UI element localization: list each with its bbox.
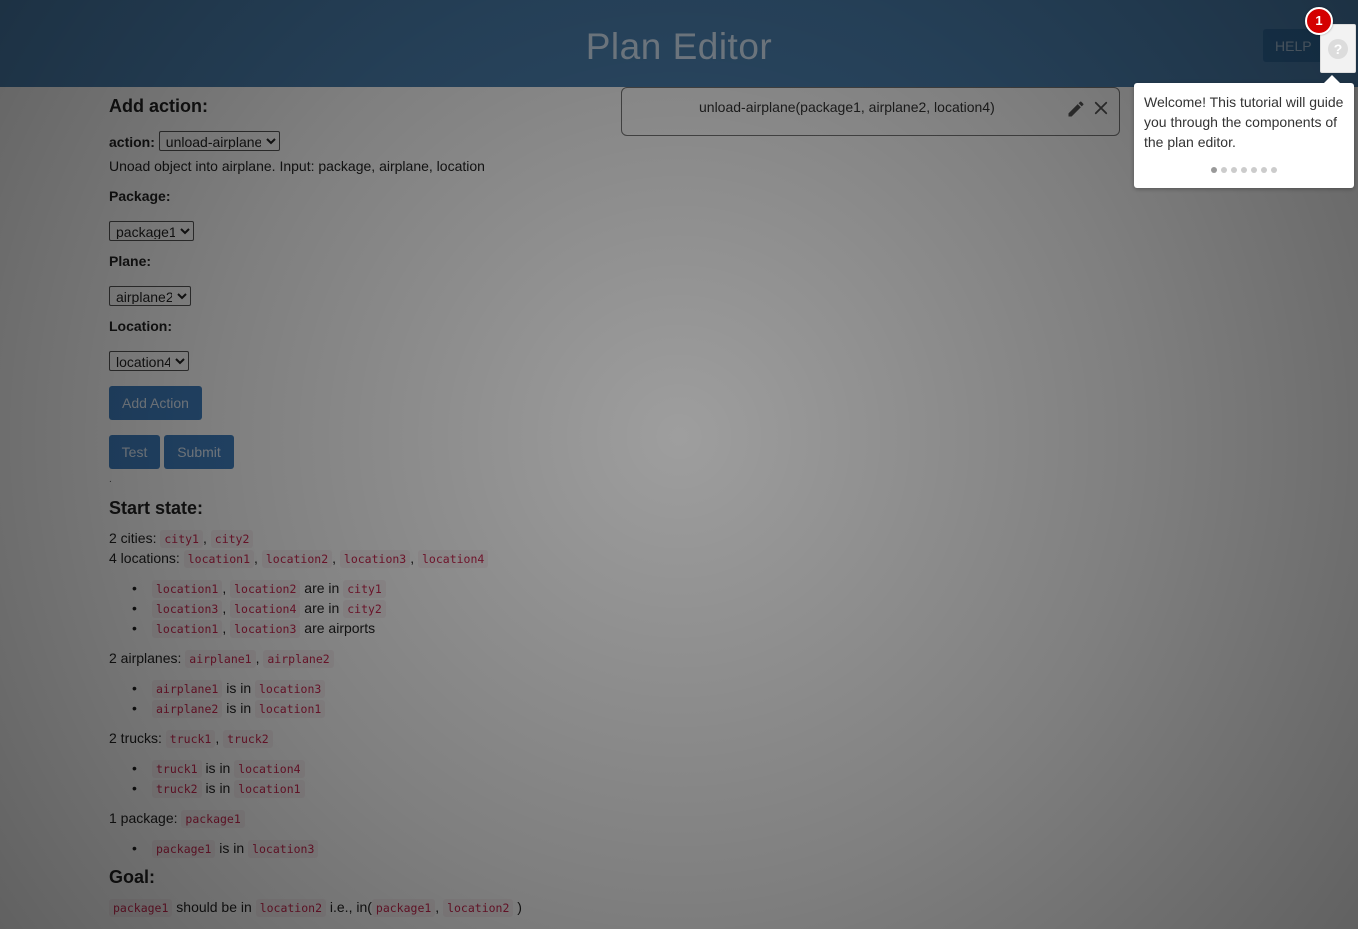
- plan-step-text: unload-airplane(package1, airplane2, loc…: [699, 99, 995, 115]
- truck-fact: truck2 is in location1: [132, 778, 305, 799]
- test-button[interactable]: Test: [109, 435, 160, 469]
- plane-select[interactable]: airplane2: [109, 286, 191, 306]
- package-select[interactable]: package1: [109, 221, 194, 241]
- plane-label: Plane:: [109, 253, 152, 269]
- pagination-dot[interactable]: [1251, 167, 1257, 173]
- goal-heading: Goal:: [109, 867, 156, 887]
- location-code: location1: [183, 550, 255, 568]
- app-header: Plan Editor HELP: [0, 0, 1358, 87]
- close-icon[interactable]: [1092, 99, 1110, 117]
- trucks-line: 2 trucks: truck1, truck2: [109, 728, 273, 749]
- step-badge: 1: [1305, 7, 1333, 35]
- separator-dot: .: [109, 474, 112, 485]
- submit-button[interactable]: Submit: [164, 435, 234, 469]
- pagination-dot[interactable]: [1231, 167, 1237, 173]
- location-fact: location3, location4 are in city2: [132, 598, 386, 619]
- package-fact: package1 is in location3: [132, 838, 319, 859]
- pagination-dot[interactable]: [1211, 167, 1217, 173]
- pagination-dot[interactable]: [1271, 167, 1277, 173]
- pagination-dot[interactable]: [1241, 167, 1247, 173]
- action-row: action: unload-airplane: [109, 131, 280, 151]
- package-label: Package:: [109, 188, 171, 204]
- airplane-fact: airplane1 is in location3: [132, 678, 326, 699]
- start-state-heading: Start state:: [109, 498, 204, 518]
- location-code: location4: [418, 550, 489, 568]
- packages-line: 1 package: package1: [109, 808, 245, 829]
- pagination-dot[interactable]: [1221, 167, 1227, 173]
- tutorial-pagination: [1134, 164, 1354, 173]
- location-label: Location:: [109, 318, 172, 334]
- locations-line: 4 locations: location1, location2, locat…: [109, 548, 489, 569]
- city-code: city2: [210, 530, 254, 548]
- truck-fact: truck1 is in location4: [132, 758, 305, 779]
- location-code: location2: [261, 550, 333, 568]
- location-code: location3: [339, 550, 411, 568]
- add-action-heading: Add action:: [109, 96, 208, 116]
- pagination-dot[interactable]: [1261, 167, 1267, 173]
- action-label: action:: [109, 134, 155, 150]
- location-fact: location1, location2 are in city1: [132, 578, 386, 599]
- tutorial-tooltip: Welcome! This tutorial will guide you th…: [1134, 75, 1354, 188]
- goal-line: package1 should be in location2 i.e., in…: [109, 897, 522, 918]
- question-icon: ?: [1328, 39, 1348, 59]
- plan-step-card: unload-airplane(package1, airplane2, loc…: [621, 87, 1120, 136]
- action-description: Unoad object into airplane. Input: packa…: [109, 158, 485, 174]
- location-select[interactable]: location4: [109, 351, 189, 371]
- cities-line: 2 cities: city1, city2: [109, 528, 254, 549]
- add-action-button[interactable]: Add Action: [109, 386, 202, 420]
- location-fact: location1, location3 are airports: [132, 618, 375, 639]
- airplanes-line: 2 airplanes: airplane1, airplane2: [109, 648, 334, 669]
- action-select[interactable]: unload-airplane: [158, 131, 280, 151]
- airplane-fact: airplane2 is in location1: [132, 698, 326, 719]
- page-title: Plan Editor: [585, 26, 773, 67]
- city-code: city1: [160, 530, 203, 548]
- pencil-icon[interactable]: [1066, 99, 1086, 119]
- tutorial-text: Welcome! This tutorial will guide you th…: [1144, 94, 1344, 150]
